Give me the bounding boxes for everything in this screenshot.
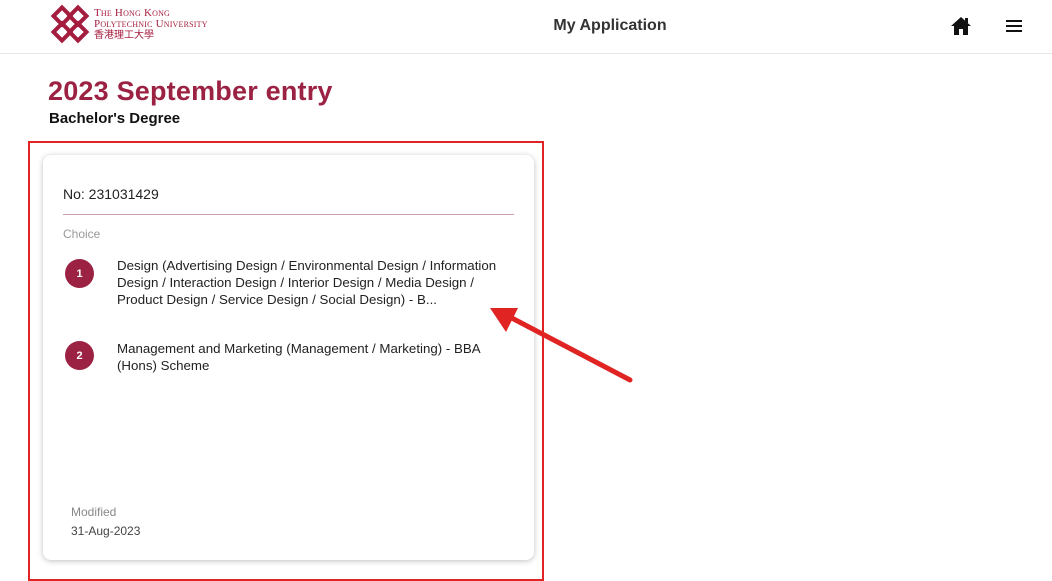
page-header-title: My Application [553, 17, 667, 34]
entry-title: 2023 September entry [48, 76, 333, 106]
home-icon[interactable] [950, 16, 972, 36]
hamburger-menu-icon[interactable] [1006, 19, 1022, 33]
degree-label: Bachelor's Degree [49, 110, 181, 127]
top-header: The Hong Kong Polytechnic University 香港理… [0, 0, 1052, 54]
annotation-arrow-icon [490, 308, 633, 383]
annotation-highlight-box [28, 141, 544, 581]
